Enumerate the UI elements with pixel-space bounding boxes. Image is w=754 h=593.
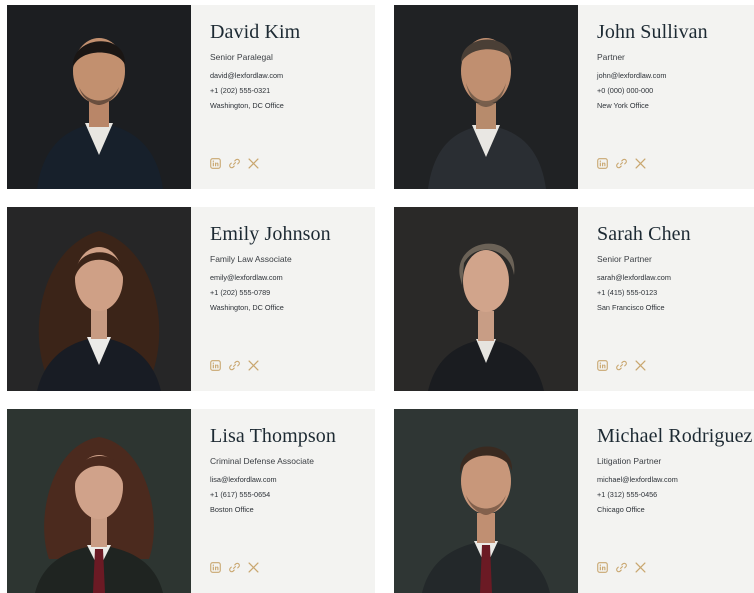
portrait-photo <box>394 207 578 391</box>
x-icon[interactable] <box>248 158 259 169</box>
person-phone[interactable]: +1 (202) 555-0321 <box>210 86 375 95</box>
social-links <box>210 360 259 371</box>
card-info: David Kim Senior Paralegal david@lexford… <box>191 5 375 189</box>
person-name: Emily Johnson <box>210 223 331 245</box>
person-name: Lisa Thompson <box>210 425 336 447</box>
social-links <box>597 360 646 371</box>
portrait-photo <box>394 5 578 189</box>
team-card: David Kim Senior Paralegal david@lexford… <box>7 5 375 189</box>
person-email[interactable]: michael@lexfordlaw.com <box>597 475 754 484</box>
person-office: San Francisco Office <box>597 303 665 312</box>
linkedin-icon[interactable] <box>597 562 608 573</box>
card-info: Sarah Chen Senior Partner sarah@lexfordl… <box>578 207 754 391</box>
person-role: Partner <box>597 52 625 62</box>
link-icon[interactable] <box>616 562 627 573</box>
link-icon[interactable] <box>229 360 240 371</box>
team-grid: David Kim Senior Paralegal david@lexford… <box>0 0 754 593</box>
linkedin-icon[interactable] <box>210 562 221 573</box>
person-email[interactable]: emily@lexfordlaw.com <box>210 273 375 282</box>
team-card: Sarah Chen Senior Partner sarah@lexfordl… <box>394 207 754 391</box>
person-name: Sarah Chen <box>597 223 691 245</box>
portrait-photo <box>7 207 191 391</box>
link-icon[interactable] <box>616 360 627 371</box>
team-card: Michael Rodriguez Litigation Partner mic… <box>394 409 754 593</box>
card-info: Michael Rodriguez Litigation Partner mic… <box>578 409 754 593</box>
card-info: Lisa Thompson Criminal Defense Associate… <box>191 409 375 593</box>
person-office: Boston Office <box>210 505 254 514</box>
card-info: John Sullivan Partner john@lexfordlaw.co… <box>578 5 754 189</box>
social-links <box>210 562 259 573</box>
person-phone[interactable]: +1 (312) 555-0456 <box>597 490 754 499</box>
person-email[interactable]: john@lexfordlaw.com <box>597 71 754 80</box>
linkedin-icon[interactable] <box>210 158 221 169</box>
person-phone[interactable]: +1 (415) 555-0123 <box>597 288 754 297</box>
person-email[interactable]: david@lexfordlaw.com <box>210 71 375 80</box>
person-email[interactable]: sarah@lexfordlaw.com <box>597 273 754 282</box>
x-icon[interactable] <box>248 562 259 573</box>
person-role: Criminal Defense Associate <box>210 456 314 466</box>
linkedin-icon[interactable] <box>210 360 221 371</box>
person-email[interactable]: lisa@lexfordlaw.com <box>210 475 375 484</box>
linkedin-icon[interactable] <box>597 360 608 371</box>
person-name: David Kim <box>210 21 301 43</box>
portrait-photo <box>7 5 191 189</box>
person-office: New York Office <box>597 101 649 110</box>
link-icon[interactable] <box>229 158 240 169</box>
person-office: Washington, DC Office <box>210 101 284 110</box>
team-card: Lisa Thompson Criminal Defense Associate… <box>7 409 375 593</box>
person-office: Chicago Office <box>597 505 645 514</box>
social-links <box>597 158 646 169</box>
portrait-photo <box>394 409 578 593</box>
x-icon[interactable] <box>635 562 646 573</box>
person-role: Family Law Associate <box>210 254 292 264</box>
social-links <box>210 158 259 169</box>
portrait-photo <box>7 409 191 593</box>
person-phone[interactable]: +1 (202) 555-0789 <box>210 288 375 297</box>
person-office: Washington, DC Office <box>210 303 284 312</box>
person-role: Senior Paralegal <box>210 52 273 62</box>
person-phone[interactable]: +0 (000) 000-000 <box>597 86 754 95</box>
person-phone[interactable]: +1 (617) 555-0654 <box>210 490 375 499</box>
team-card: Emily Johnson Family Law Associate emily… <box>7 207 375 391</box>
person-name: Michael Rodriguez <box>597 425 753 447</box>
person-name: John Sullivan <box>597 21 708 43</box>
x-icon[interactable] <box>635 158 646 169</box>
link-icon[interactable] <box>229 562 240 573</box>
link-icon[interactable] <box>616 158 627 169</box>
person-role: Senior Partner <box>597 254 652 264</box>
person-role: Litigation Partner <box>597 456 662 466</box>
social-links <box>597 562 646 573</box>
x-icon[interactable] <box>248 360 259 371</box>
linkedin-icon[interactable] <box>597 158 608 169</box>
team-card: John Sullivan Partner john@lexfordlaw.co… <box>394 5 754 189</box>
card-info: Emily Johnson Family Law Associate emily… <box>191 207 375 391</box>
x-icon[interactable] <box>635 360 646 371</box>
